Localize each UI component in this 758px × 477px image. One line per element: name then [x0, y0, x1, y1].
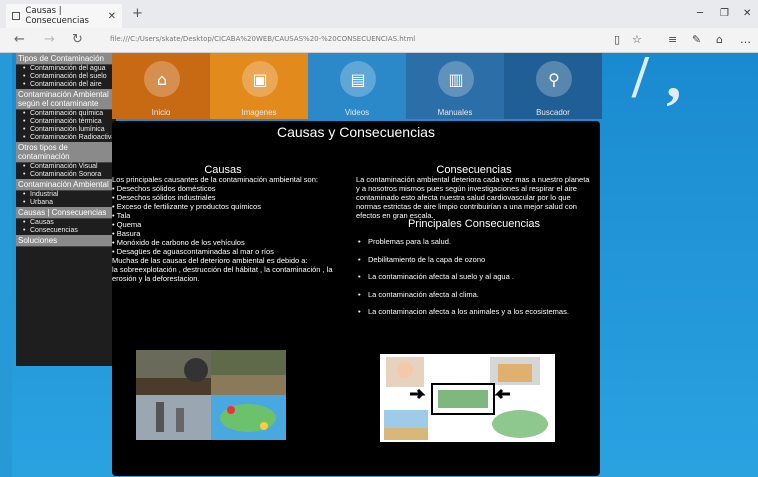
page-content: / ‚ Tipos de Contaminación Contaminación…	[12, 53, 758, 477]
causa-item: Tala	[112, 211, 334, 220]
page-title: Causas y Consecuencias	[277, 124, 435, 140]
consecuencia-item: Problemas para la salud.	[358, 233, 592, 251]
causas-outro: Muchas de las causas del deterioro ambie…	[112, 256, 308, 265]
image-icon: ▣	[242, 61, 278, 97]
refresh-icon[interactable]: ↻	[72, 32, 83, 47]
top-menu: ⌂ Inicio ▣ Imagenes ▤ Videos ▥ Manuales …	[112, 53, 602, 119]
sidebar-heading[interactable]: Soluciones	[16, 235, 116, 247]
tab-title: Causas | Consecuencias	[25, 6, 89, 26]
close-window-icon[interactable]: ✕	[743, 8, 751, 19]
menu-item-inicio[interactable]: ⌂ Inicio	[112, 53, 210, 119]
consequences-diagram-image	[380, 354, 555, 442]
menu-item-manuales[interactable]: ▥ Manuales	[406, 53, 504, 119]
causa-item: Monóxido de carbono de los vehículos	[112, 238, 334, 247]
causa-item: Basura	[112, 229, 334, 238]
sidebar-item[interactable]: Contaminación térmica	[23, 118, 116, 126]
header-decoration: / ‚	[632, 53, 684, 110]
principales-heading: Principales Consecuencias	[407, 218, 541, 230]
chart-icon: ▥	[438, 61, 474, 97]
sidebar-item[interactable]: Contaminación Radioactiva	[23, 134, 116, 142]
consecuencia-item: La contaminación afecta al clima.	[358, 286, 592, 304]
menu-label: Imagenes	[241, 108, 277, 117]
consecuencias-text: La contaminación ambiental deteriora cad…	[356, 175, 590, 220]
pollution-collage-image	[136, 350, 286, 440]
menu-label: Videos	[344, 108, 370, 117]
url-field[interactable]: file:///C:/Users/skate/Desktop/CICABA%20…	[110, 35, 415, 43]
sidebar-item[interactable]: Contaminación Visual	[23, 163, 116, 171]
tab-active[interactable]: Causas | Consecuencias ✕	[6, 4, 122, 28]
sidebar-section-0: Tipos de Contaminación Contaminación del…	[16, 53, 116, 89]
sidebar-section-4: Causas | Consecuencias Causas Consecuenc…	[16, 207, 116, 235]
search-icon: ⚲	[536, 61, 572, 97]
minimize-icon[interactable]: ─	[697, 8, 703, 19]
causas-heading: Causas	[204, 164, 242, 176]
sidebar-item[interactable]: Contaminación lumínica	[23, 126, 116, 134]
menu-item-imagenes[interactable]: ▣ Imagenes	[210, 53, 308, 119]
causa-item: Desechos sólidos domésticos	[112, 184, 334, 193]
web-note-icon[interactable]: ✎	[692, 33, 701, 46]
consecuencia-item: La contaminación afecta al suelo y al ag…	[358, 268, 592, 286]
sidebar-item[interactable]: Contaminación Sonora	[23, 171, 116, 179]
menu-item-videos[interactable]: ▤ Videos	[308, 53, 406, 119]
causa-item: Exceso de fertilizante y productos quími…	[112, 202, 334, 211]
sidebar-item[interactable]: Contaminación química	[23, 110, 116, 118]
tab-bar: Causas | Consecuencias ✕ + ─ ❐ ✕	[0, 0, 758, 28]
tab-close-icon[interactable]: ✕	[108, 11, 116, 22]
sidebar-heading[interactable]: Otros tipos de contaminación	[16, 142, 116, 163]
menu-label: Manuales	[437, 108, 473, 117]
consecuencias-heading: Consecuencias	[436, 164, 512, 176]
menu-label: Inicio	[151, 108, 171, 117]
sidebar-item[interactable]: Consecuencias	[23, 227, 116, 235]
reading-view-icon[interactable]: ▯	[614, 33, 620, 46]
menu-label: Buscador	[536, 108, 570, 117]
sidebar: Tipos de Contaminación Contaminación del…	[16, 53, 116, 366]
sidebar-item[interactable]: Contaminación del suelo	[23, 73, 116, 81]
forward-icon[interactable]: →	[44, 32, 55, 47]
home-icon: ⌂	[144, 61, 180, 97]
causa-item: Quema	[112, 220, 334, 229]
sidebar-heading[interactable]: Contaminación Ambiental	[16, 179, 116, 191]
address-bar: ← → ↻ file:///C:/Users/skate/Desktop/CIC…	[0, 28, 758, 53]
share-icon[interactable]: ⌂	[716, 33, 723, 46]
sidebar-heading[interactable]: Tipos de Contaminación	[16, 53, 116, 65]
new-tab-icon[interactable]: +	[132, 6, 143, 21]
causa-item: Desagües de aguascontaminadas al mar o r…	[112, 247, 334, 256]
consecuencia-item: La contaminacion afecta a los animales y…	[358, 303, 592, 321]
consecuencias-list: Problemas para la salud. Debilitamiento …	[356, 233, 592, 321]
causas-outro-detail: la sobreexplotación , destrucción del há…	[112, 265, 333, 283]
sidebar-item[interactable]: Urbana	[23, 199, 116, 207]
causas-list: Desechos sólidos domésticos Desechos sól…	[112, 184, 334, 256]
sidebar-section-1: Contaminación Ambiental según el contami…	[16, 89, 116, 142]
causa-item: Desechos sólidos industriales	[112, 193, 334, 202]
consecuencias-column: Consecuencias La contaminación ambiental…	[356, 164, 592, 321]
sidebar-item[interactable]: Causas	[23, 219, 116, 227]
sidebar-item[interactable]: Contaminación del aire	[23, 81, 116, 89]
consecuencia-item: Debilitamiento de la capa de ozono	[358, 251, 592, 269]
browser-window: Causas | Consecuencias ✕ + ─ ❐ ✕ ← → ↻ f…	[0, 0, 758, 477]
sidebar-section-3: Contaminación Ambiental Industrial Urban…	[16, 179, 116, 207]
tab-page-icon	[12, 12, 21, 20]
causas-intro: Los principales causantes de la contamin…	[112, 175, 318, 184]
main-panel: Causas y Consecuencias Causas Los princi…	[112, 121, 600, 476]
sidebar-heading[interactable]: Causas | Consecuencias	[16, 207, 116, 219]
sidebar-heading[interactable]: Contaminación Ambiental según el contami…	[16, 89, 116, 110]
causas-column: Causas Los principales causantes de la c…	[112, 164, 334, 284]
hub-icon[interactable]: ≡	[668, 33, 677, 46]
menu-item-buscador[interactable]: ⚲ Buscador	[504, 53, 602, 119]
more-icon[interactable]: …	[740, 33, 751, 46]
sidebar-section-2: Otros tipos de contaminación Contaminaci…	[16, 142, 116, 179]
sidebar-section-5: Soluciones	[16, 235, 116, 247]
film-icon: ▤	[340, 61, 376, 97]
favorite-star-icon[interactable]: ☆	[632, 33, 642, 46]
sidebar-item[interactable]: Contaminación del agua	[23, 65, 116, 73]
back-icon[interactable]: ←	[14, 32, 25, 47]
maximize-icon[interactable]: ❐	[720, 8, 729, 19]
sidebar-item[interactable]: Industrial	[23, 191, 116, 199]
